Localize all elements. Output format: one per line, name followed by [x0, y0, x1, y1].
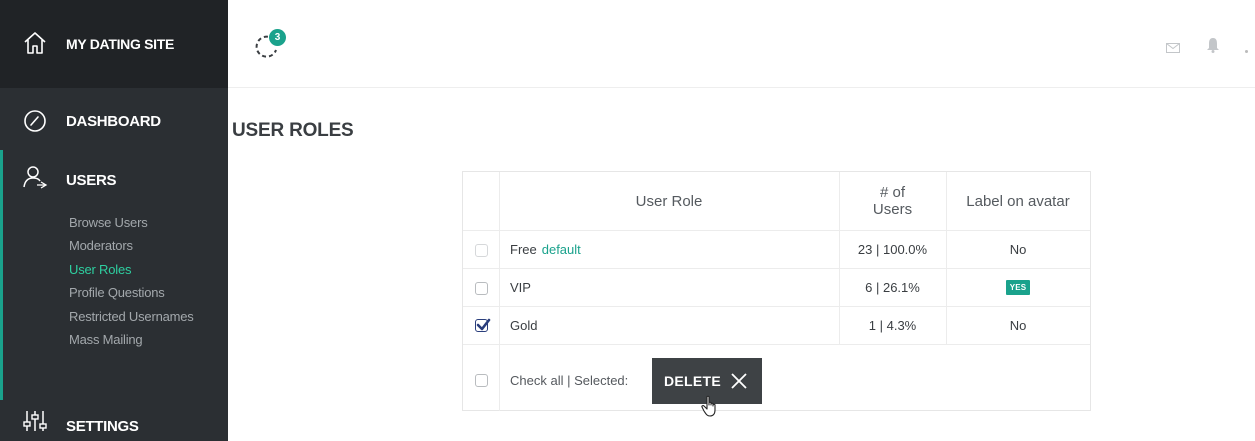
role-name: Gold	[510, 318, 538, 333]
table-row: VIP 6 | 26.1% YES	[463, 269, 1090, 307]
sidebar-item-label: USERS	[66, 172, 117, 189]
top-bar: 3	[228, 0, 1255, 88]
user-count: 1 | 4.3%	[868, 318, 917, 333]
sidebar-item-settings[interactable]: SETTINGS	[0, 404, 228, 441]
row-checkbox[interactable]	[475, 282, 488, 295]
table-footer-row: Check all | Selected: DELETE	[463, 345, 1090, 411]
avatar-label-value: No	[1009, 242, 1027, 257]
header-num-users[interactable]: # of Users	[839, 172, 946, 230]
avatar-label-value: No	[1009, 318, 1027, 333]
sidebar: MY DATING SITE DASHBOARD USERS Browse Us…	[0, 0, 228, 441]
sliders-icon	[22, 408, 48, 434]
user-count: 6 | 26.1%	[865, 280, 920, 295]
column-divider	[499, 345, 500, 411]
submenu-restricted-usernames[interactable]: Restricted Usernames	[69, 305, 194, 328]
mail-icon[interactable]	[1166, 40, 1180, 53]
bell-icon[interactable]	[1206, 37, 1220, 53]
row-checkbox-checked[interactable]	[475, 318, 491, 332]
more-dot	[1245, 50, 1248, 53]
home-icon	[22, 30, 48, 56]
sidebar-item-label: SETTINGS	[66, 418, 139, 435]
role-name: VIP	[510, 280, 531, 295]
delete-button-label: DELETE	[664, 373, 722, 389]
header-num-users-line2: Users	[872, 201, 913, 218]
user-roles-table: User Role # of Users Label on avatar Fre…	[462, 171, 1091, 411]
submenu-profile-questions[interactable]: Profile Questions	[69, 281, 194, 304]
submenu-user-roles[interactable]: User Roles	[69, 258, 194, 281]
brand-link[interactable]: MY DATING SITE	[0, 0, 228, 88]
sidebar-item-dashboard[interactable]: DASHBOARD	[0, 96, 228, 156]
users-submenu: Browse Users Moderators User Roles Profi…	[69, 211, 194, 351]
sidebar-item-users[interactable]: USERS Browse Users Moderators User Roles…	[0, 150, 228, 400]
submenu-browse-users[interactable]: Browse Users	[69, 211, 194, 234]
column-divider	[499, 269, 500, 306]
close-icon	[730, 372, 748, 390]
role-name-cell[interactable]: VIP	[510, 269, 531, 306]
header-label-on-avatar[interactable]: Label on avatar	[946, 172, 1090, 230]
default-tag: default	[541, 242, 581, 257]
refresh-button[interactable]: 3	[252, 28, 288, 60]
user-count: 23 | 100.0%	[857, 242, 928, 257]
check-all-label[interactable]: Check all | Selected:	[510, 373, 628, 388]
avatar-label-cell: YES	[946, 269, 1090, 306]
yes-badge: YES	[1005, 280, 1031, 295]
column-divider	[499, 231, 500, 268]
user-icon	[22, 164, 48, 190]
role-name: Free	[510, 242, 537, 257]
role-name-cell[interactable]: Free default	[510, 231, 581, 268]
gauge-icon	[22, 108, 48, 134]
brand-label: MY DATING SITE	[66, 36, 175, 52]
row-checkbox[interactable]	[475, 244, 488, 257]
table-row: Gold 1 | 4.3% No	[463, 307, 1090, 345]
page-title: USER ROLES	[232, 120, 354, 141]
submenu-moderators[interactable]: Moderators	[69, 234, 194, 257]
check-all-checkbox[interactable]	[475, 374, 488, 387]
header-user-role[interactable]: User Role	[499, 172, 839, 230]
table-row: Free default 23 | 100.0% No	[463, 231, 1090, 269]
role-name-cell[interactable]: Gold	[510, 307, 537, 344]
sidebar-item-label: DASHBOARD	[66, 113, 161, 130]
table-header-row: User Role # of Users Label on avatar	[463, 172, 1090, 231]
header-num-users-line1: # of	[879, 184, 906, 201]
hand-pointer-cursor-icon	[701, 395, 721, 417]
submenu-mass-mailing[interactable]: Mass Mailing	[69, 328, 194, 351]
notification-count-badge: 3	[269, 29, 286, 46]
column-divider	[499, 307, 500, 344]
check-icon	[476, 318, 491, 331]
